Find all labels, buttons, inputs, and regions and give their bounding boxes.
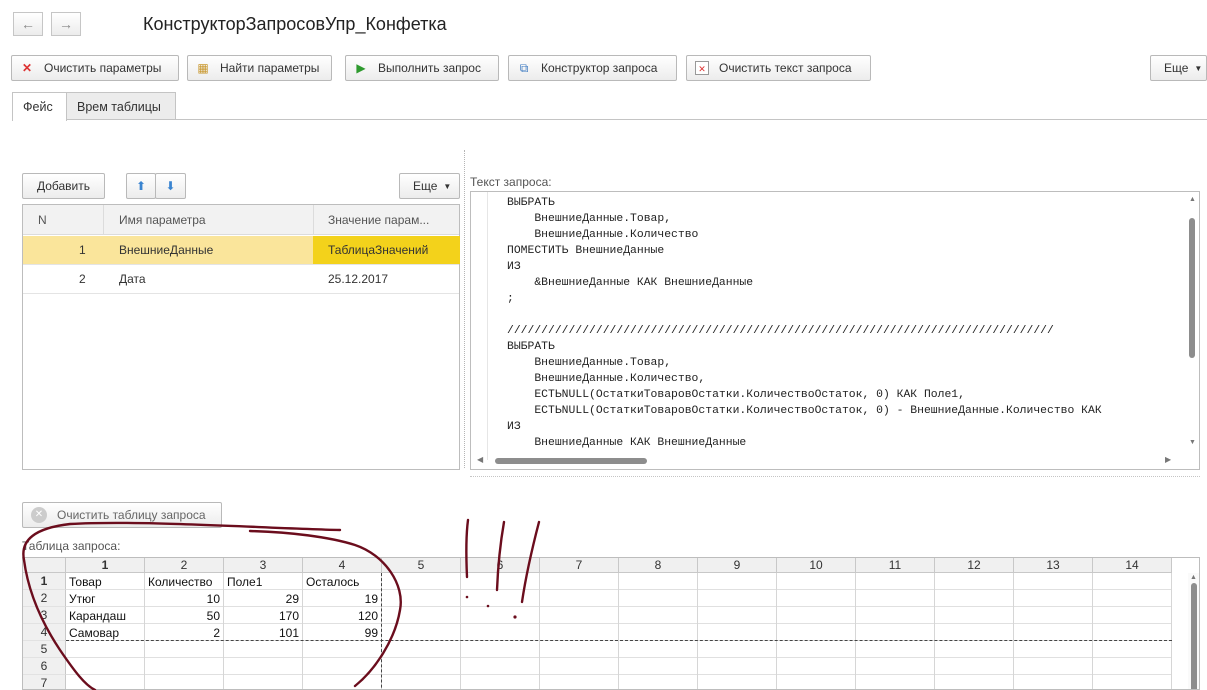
- stroke-annotation: [495, 520, 506, 592]
- hand-annotation: [22, 518, 541, 690]
- dot-annotation: [465, 595, 469, 599]
- dot-annotation: [513, 615, 517, 619]
- circle-annotation: [22, 521, 402, 690]
- dot-annotation: [486, 604, 490, 608]
- stroke-annotation: [465, 518, 470, 579]
- stroke-annotation: [520, 520, 541, 604]
- tab-face[interactable]: Фейс: [12, 92, 67, 121]
